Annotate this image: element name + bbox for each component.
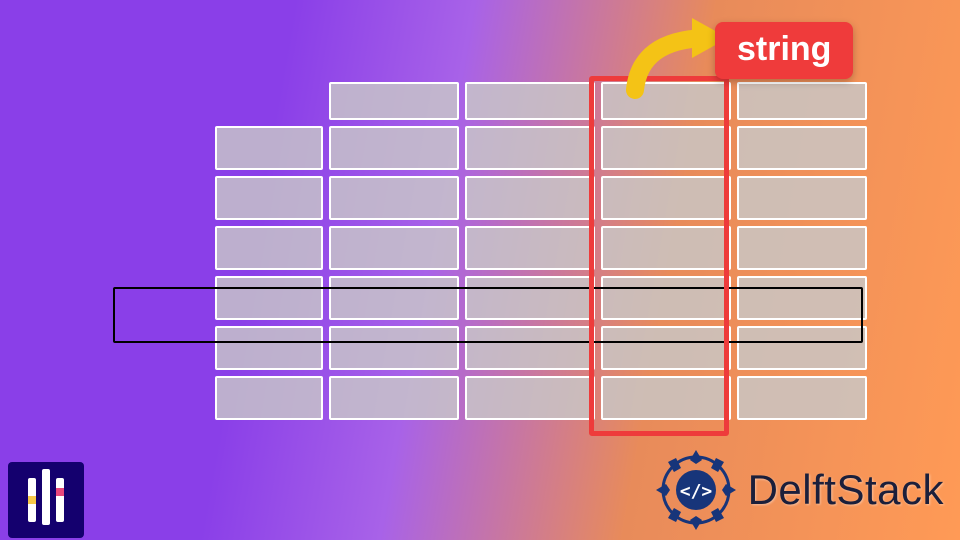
index-cell bbox=[215, 176, 323, 220]
data-cell bbox=[465, 276, 595, 320]
index-cell bbox=[215, 126, 323, 170]
data-cell bbox=[329, 376, 459, 420]
data-cell bbox=[329, 126, 459, 170]
data-cell bbox=[737, 326, 867, 370]
delftstack-badge-icon: </> bbox=[654, 448, 738, 532]
data-cell bbox=[465, 176, 595, 220]
data-row bbox=[215, 126, 867, 170]
data-cell bbox=[601, 376, 731, 420]
brand-name: DelftStack bbox=[748, 466, 944, 514]
data-cell bbox=[329, 226, 459, 270]
data-cell bbox=[737, 176, 867, 220]
index-cell bbox=[215, 326, 323, 370]
data-cell bbox=[465, 326, 595, 370]
index-cell bbox=[215, 226, 323, 270]
svg-text:</>: </> bbox=[679, 481, 712, 502]
data-row bbox=[215, 176, 867, 220]
data-cell bbox=[601, 176, 731, 220]
data-cell bbox=[329, 276, 459, 320]
header-cell bbox=[601, 82, 731, 120]
data-cell bbox=[737, 226, 867, 270]
data-row bbox=[215, 376, 867, 420]
index-cell bbox=[215, 376, 323, 420]
data-cell bbox=[601, 326, 731, 370]
data-cell bbox=[465, 126, 595, 170]
dataframe-grid bbox=[215, 82, 867, 420]
data-cell bbox=[737, 126, 867, 170]
data-cell bbox=[737, 276, 867, 320]
data-cell bbox=[465, 226, 595, 270]
header-cell bbox=[465, 82, 595, 120]
data-cell bbox=[329, 176, 459, 220]
header-cell bbox=[737, 82, 867, 120]
header-index-blank bbox=[215, 82, 323, 120]
data-cell bbox=[737, 376, 867, 420]
data-cell bbox=[601, 276, 731, 320]
data-cell bbox=[329, 326, 459, 370]
data-cell bbox=[465, 376, 595, 420]
brand-area: </> DelftStack bbox=[654, 448, 944, 532]
data-cell bbox=[601, 226, 731, 270]
header-row bbox=[215, 82, 867, 120]
header-cell bbox=[329, 82, 459, 120]
data-cell bbox=[601, 126, 731, 170]
data-row bbox=[215, 326, 867, 370]
data-row bbox=[215, 226, 867, 270]
data-row bbox=[215, 276, 867, 320]
index-cell bbox=[215, 276, 323, 320]
column-type-text: string bbox=[737, 30, 831, 68]
pandas-icon bbox=[8, 462, 84, 538]
column-type-label: string bbox=[715, 22, 853, 79]
